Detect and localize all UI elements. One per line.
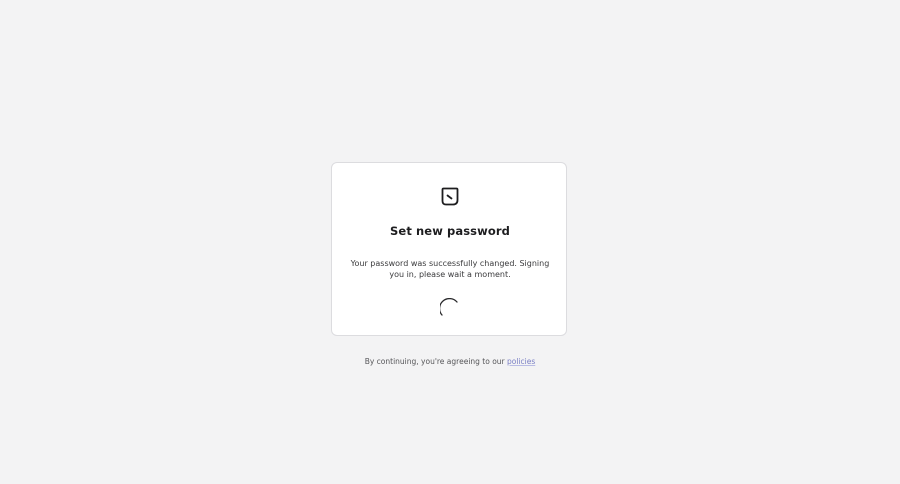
page-title: Set new password bbox=[390, 224, 510, 238]
app-logo-icon bbox=[441, 187, 459, 206]
footer-text: By continuing, you're agreeing to our bbox=[364, 357, 508, 366]
signin-page: Set new password Your password was succe… bbox=[0, 0, 900, 484]
status-message: Your password was successfully changed. … bbox=[350, 259, 550, 279]
footer-notice: By continuing, you're agreeing to our po… bbox=[0, 357, 900, 366]
loading-spinner-icon bbox=[440, 298, 458, 316]
policies-link[interactable]: policies bbox=[507, 357, 535, 366]
password-card: Set new password Your password was succe… bbox=[331, 162, 567, 336]
